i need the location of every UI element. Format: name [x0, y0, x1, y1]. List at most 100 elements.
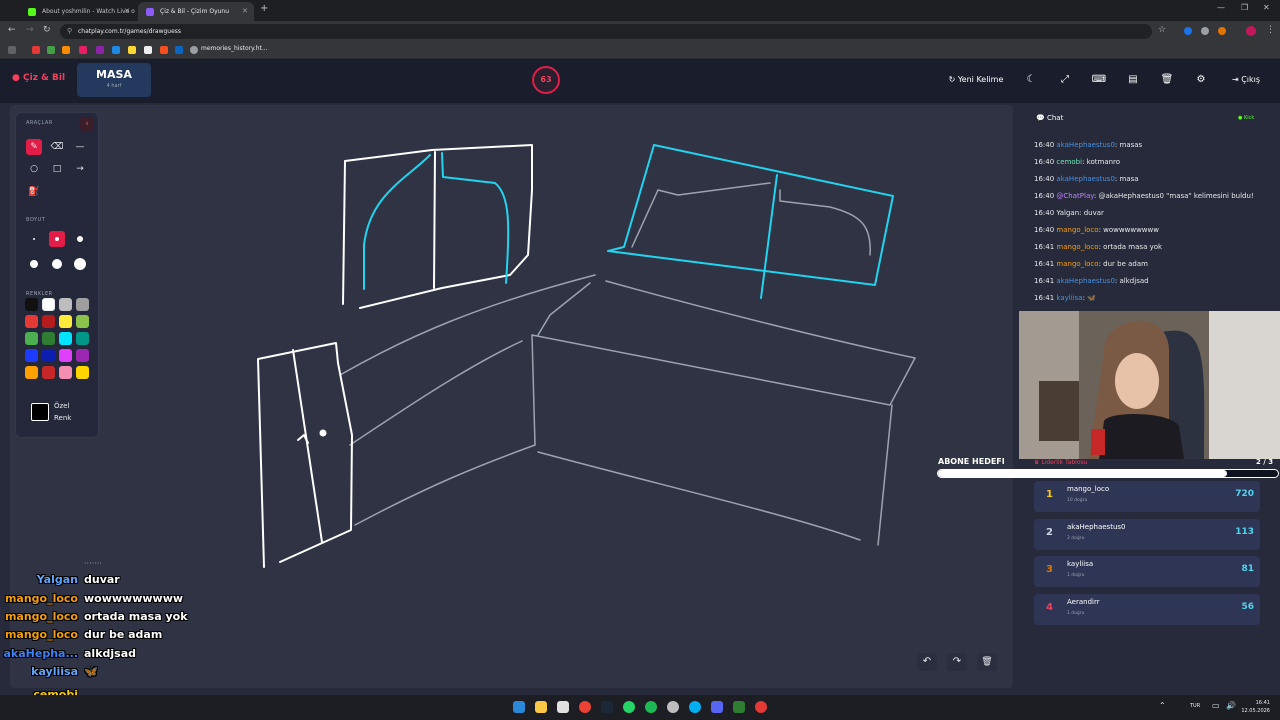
- color-swatch[interactable]: [25, 315, 38, 328]
- bookmark-icon[interactable]: [96, 46, 104, 54]
- extension-icon[interactable]: [1218, 27, 1226, 35]
- tab-ciz-bil[interactable]: Çiz & Bil - Çizim Oyunu ✕: [138, 2, 254, 21]
- globe-icon[interactable]: [190, 46, 198, 54]
- layout-icon[interactable]: ▤: [1120, 69, 1146, 91]
- trash-icon[interactable]: 🗑: [1154, 69, 1180, 91]
- undo-icon[interactable]: ↶: [917, 653, 937, 671]
- chat-username[interactable]: @ChatPlay: [1056, 192, 1093, 200]
- custom-color-swatch[interactable]: [31, 403, 49, 421]
- leaderboard-page[interactable]: 2 / 3: [1256, 458, 1273, 466]
- fullscreen-icon[interactable]: ⤢: [1052, 69, 1078, 91]
- fill-bucket-icon[interactable]: ⛽: [26, 184, 42, 200]
- color-swatch[interactable]: [25, 332, 38, 345]
- collapse-panel-icon[interactable]: ‹: [80, 117, 94, 131]
- logo[interactable]: ● Çiz & Bil: [12, 73, 65, 83]
- tray-chevron-icon[interactable]: ⌃: [1159, 701, 1166, 710]
- size-xxl-button[interactable]: [72, 256, 88, 272]
- line-tool-icon[interactable]: —: [72, 139, 88, 155]
- color-swatch[interactable]: [76, 298, 89, 311]
- color-swatch[interactable]: [25, 366, 38, 379]
- new-tab-icon[interactable]: +: [260, 3, 268, 14]
- file-explorer-icon[interactable]: [535, 701, 547, 713]
- apps-icon[interactable]: [8, 46, 16, 54]
- color-swatch[interactable]: [59, 366, 72, 379]
- bookmark-icon[interactable]: [112, 46, 120, 54]
- whatsapp-icon[interactable]: [623, 701, 635, 713]
- discord-icon[interactable]: [711, 701, 723, 713]
- app-icon[interactable]: [755, 701, 767, 713]
- url-input[interactable]: ⚲ chatplay.com.tr/games/drawguess: [60, 24, 1152, 39]
- extension-icon[interactable]: [1201, 27, 1209, 35]
- language-indicator[interactable]: TUR: [1190, 703, 1200, 709]
- volume-icon[interactable]: 🔊: [1226, 701, 1236, 710]
- bookmark-label[interactable]: memories_history.ht...: [201, 45, 268, 52]
- chat-username[interactable]: mango_loco: [1056, 260, 1098, 268]
- color-swatch[interactable]: [59, 298, 72, 311]
- maximize-icon[interactable]: ❐: [1241, 3, 1248, 12]
- color-swatch[interactable]: [42, 332, 55, 345]
- color-swatch[interactable]: [42, 298, 55, 311]
- store-icon[interactable]: [557, 701, 569, 713]
- extension-icon[interactable]: [1184, 27, 1192, 35]
- pencil-icon[interactable]: ✎: [26, 139, 42, 155]
- site-info-icon[interactable]: ⚲: [67, 24, 72, 39]
- clear-canvas-icon[interactable]: 🗑: [977, 653, 997, 671]
- steam-icon[interactable]: [601, 701, 613, 713]
- chat-username[interactable]: akaHephaestus0: [1056, 277, 1115, 285]
- bookmark-icon[interactable]: [79, 46, 87, 54]
- menu-kebab-icon[interactable]: ⋮: [1266, 25, 1275, 35]
- bookmark-icon[interactable]: [128, 46, 136, 54]
- size-l-button[interactable]: [26, 256, 42, 272]
- back-icon[interactable]: ←: [8, 25, 16, 35]
- size-xs-button[interactable]: [26, 231, 42, 247]
- color-swatch[interactable]: [76, 366, 89, 379]
- bookmark-icon[interactable]: [160, 46, 168, 54]
- clock[interactable]: 16:41 12.05.2026: [1240, 699, 1270, 715]
- close-tab-icon[interactable]: ✕: [124, 2, 130, 21]
- dark-mode-icon[interactable]: ☾: [1018, 69, 1044, 91]
- eraser-icon[interactable]: ⌫: [49, 139, 65, 155]
- app-icon[interactable]: [733, 701, 745, 713]
- custom-color-label[interactable]: Özel Renk: [54, 400, 71, 424]
- new-word-button[interactable]: ↻ Yeni Kelime: [945, 69, 1007, 91]
- arrow-tool-icon[interactable]: →: [72, 161, 88, 177]
- close-tab-icon[interactable]: ✕: [242, 2, 248, 21]
- close-window-icon[interactable]: ✕: [1263, 3, 1270, 12]
- color-swatch[interactable]: [42, 366, 55, 379]
- color-swatch[interactable]: [76, 315, 89, 328]
- color-swatch[interactable]: [25, 298, 38, 311]
- bookmark-icon[interactable]: [32, 46, 40, 54]
- chat-username[interactable]: Yalgan: [1056, 209, 1079, 217]
- skype-icon[interactable]: [689, 701, 701, 713]
- exit-button[interactable]: ⇥ Çıkış: [1224, 69, 1268, 91]
- reload-icon[interactable]: ↻: [43, 25, 51, 35]
- chrome-icon[interactable]: [579, 701, 591, 713]
- minimize-icon[interactable]: —: [1217, 3, 1225, 12]
- network-icon[interactable]: ▭: [1212, 701, 1220, 710]
- color-swatch[interactable]: [59, 349, 72, 362]
- circle-tool-icon[interactable]: ○: [26, 161, 42, 177]
- bookmark-icon[interactable]: [144, 46, 152, 54]
- chat-username[interactable]: cemobi: [1056, 158, 1082, 166]
- bookmark-icon[interactable]: [175, 46, 183, 54]
- color-swatch[interactable]: [25, 349, 38, 362]
- keyboard-icon[interactable]: ⌨: [1086, 69, 1112, 91]
- chat-username[interactable]: kayliisa: [1056, 294, 1082, 302]
- chat-username[interactable]: akaHephaestus0: [1056, 141, 1115, 149]
- color-swatch[interactable]: [76, 332, 89, 345]
- bookmark-icon[interactable]: [47, 46, 55, 54]
- color-swatch[interactable]: [42, 349, 55, 362]
- chat-username[interactable]: akaHephaestus0: [1056, 175, 1115, 183]
- chat-username[interactable]: mango_loco: [1056, 226, 1098, 234]
- profile-avatar[interactable]: [1246, 26, 1256, 36]
- bookmark-star-icon[interactable]: ☆: [1158, 25, 1166, 35]
- settings-gear-icon[interactable]: ⚙: [1188, 69, 1214, 91]
- redo-icon[interactable]: ↷: [947, 653, 967, 671]
- color-swatch[interactable]: [59, 332, 72, 345]
- color-swatch[interactable]: [76, 349, 89, 362]
- rectangle-tool-icon[interactable]: □: [49, 161, 65, 177]
- forward-icon[interactable]: →: [26, 25, 34, 35]
- windows-start-icon[interactable]: [513, 701, 525, 713]
- bookmark-icon[interactable]: [62, 46, 70, 54]
- chat-username[interactable]: mango_loco: [1056, 243, 1098, 251]
